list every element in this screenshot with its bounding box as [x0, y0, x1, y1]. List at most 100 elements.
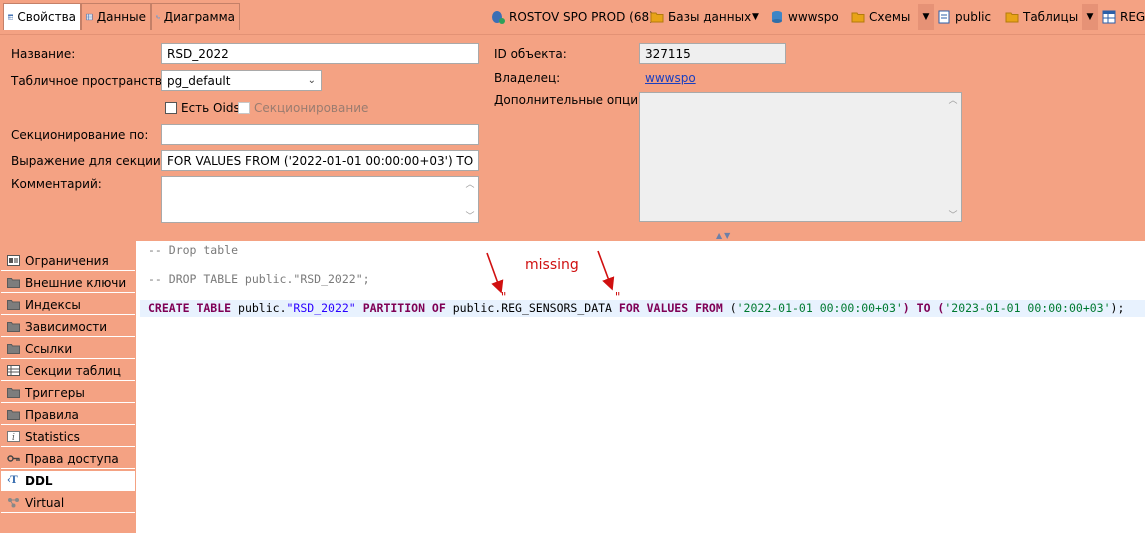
nav-item-1[interactable]: Ограничения — [1, 251, 135, 271]
nav-item-4[interactable]: Зависимости — [1, 317, 135, 337]
tablespace-label: Табличное пространство: — [11, 74, 174, 88]
ddl-from-value: '2022-01-01 00:00:00+03' — [736, 301, 903, 315]
collapse-panel-icon[interactable]: ▲▼ — [716, 231, 732, 240]
folder-icon — [7, 409, 20, 420]
tables-dropdown-icon[interactable]: ▼ — [1082, 4, 1098, 30]
nav-item-label: Statistics — [25, 429, 80, 444]
ddl-comment-line: -- DROP TABLE public."RSD_2022"; — [148, 272, 370, 286]
tab-label: Свойства — [17, 10, 76, 24]
ddl-keyword: CREATE TABLE — [148, 301, 232, 315]
table-label: REG_ — [1120, 10, 1145, 24]
tab-properties[interactable]: Свойства — [3, 3, 81, 30]
scroll-down-icon[interactable]: ﹀ — [465, 209, 474, 222]
tables-selector[interactable]: Таблицы — [1005, 8, 1078, 26]
editor-toolbar: Свойства Данные Диаграмма ROSTOV SPO PRO… — [0, 0, 1145, 35]
nav-item-label: Индексы — [25, 297, 81, 312]
tab-diagram[interactable]: Диаграмма — [151, 3, 240, 30]
tablespace-select[interactable]: pg_default ⌄ — [161, 70, 322, 91]
nav-item-12[interactable]: Virtual — [1, 493, 135, 513]
tablespace-value: pg_default — [167, 74, 231, 88]
arrow-left — [486, 252, 504, 294]
nav-item-7[interactable]: Триггеры — [1, 383, 135, 403]
schemas-dropdown-icon[interactable]: ▼ — [918, 4, 934, 30]
ddl-keyword: ) TO ( — [902, 301, 945, 315]
comment-scrollbar[interactable]: ︿ ﹀ — [462, 177, 478, 222]
info-icon: i — [7, 431, 20, 442]
partition-expression-label: Выражение для секции: — [11, 154, 165, 168]
nav-item-label: Триггеры — [25, 385, 85, 400]
tab-data[interactable]: Данные — [81, 3, 151, 30]
virtual-icon — [7, 497, 20, 508]
owner-link[interactable]: wwwspo — [645, 71, 696, 85]
ddl-schema: public. — [238, 301, 287, 315]
nav-item-2[interactable]: Внешние ключи — [1, 273, 135, 293]
name-label: Название: — [11, 47, 76, 61]
constraint-icon — [7, 255, 20, 266]
schema-selector[interactable]: public — [937, 8, 991, 26]
schemas-selector[interactable]: Схемы — [851, 8, 910, 26]
table-icon — [1102, 10, 1116, 24]
extra-options-label: Дополнительные опции: — [494, 93, 650, 107]
folder-icon — [7, 277, 20, 288]
nav-item-label: Правила — [25, 407, 79, 422]
table-selector[interactable]: REG_ — [1102, 8, 1145, 26]
object-sections-nav: Ограничения Внешние ключи Индексы Зависимос… — [0, 241, 136, 533]
tab-label: Данные — [96, 10, 146, 24]
arrow-right — [597, 250, 615, 291]
schema-icon — [938, 10, 950, 24]
postgres-connection-icon — [492, 11, 505, 24]
ddl-create-statement: CREATE TABLE public."RSD_2022" PARTITION… — [140, 300, 1145, 317]
comment-textarea[interactable]: ︿ ﹀ — [161, 176, 479, 223]
extra-options-scrollbar[interactable]: ︿ ﹀ — [945, 93, 961, 221]
partition-by-input[interactable] — [161, 124, 479, 145]
name-input[interactable]: RSD_2022 — [161, 43, 479, 64]
ddl-editor[interactable]: -- Drop table -- DROP TABLE public."RSD_… — [140, 241, 1145, 533]
connection-label: ROSTOV SPO PROD (68) — [509, 10, 654, 24]
databases-dropdown-icon[interactable]: ▼ — [752, 8, 759, 26]
schemas-label: Схемы — [869, 10, 911, 24]
folder-icon — [7, 299, 20, 310]
schemas-folder-icon — [851, 12, 865, 23]
folder-icon — [7, 343, 20, 354]
missing-quote-mark: " — [500, 290, 508, 304]
databases-folder-icon — [650, 12, 664, 23]
folder-icon — [7, 387, 20, 398]
schema-label: public — [955, 10, 992, 24]
data-grid-icon — [86, 13, 93, 21]
object-id-field: 327115 — [639, 43, 786, 64]
connection-selector[interactable]: ROSTOV SPO PROD (68) — [491, 8, 654, 26]
nav-item-10[interactable]: Права доступа — [1, 449, 135, 469]
databases-selector[interactable]: Базы данных — [650, 8, 751, 26]
nav-item-label: Ссылки — [25, 341, 73, 356]
partition-expression-input[interactable]: FOR VALUES FROM ('2022-01-01 00:00:00+03… — [161, 150, 479, 171]
databases-label: Базы данных — [668, 10, 752, 24]
nav-item-3[interactable]: Индексы — [1, 295, 135, 315]
nav-item-9[interactable]: i Statistics — [1, 427, 135, 447]
chevron-down-icon: ⌄ — [307, 75, 316, 86]
ddl-table-name: "RSD_2022" — [286, 301, 356, 315]
nav-item-11[interactable]: ‹T DDL — [1, 471, 135, 491]
comment-label: Комментарий: — [11, 177, 102, 191]
nav-item-6[interactable]: Секции таблиц — [1, 361, 135, 381]
has-oids-checkbox[interactable] — [165, 102, 177, 114]
extra-options-textarea[interactable]: ︿ ﹀ — [639, 92, 962, 222]
nav-item-8[interactable]: Правила — [1, 405, 135, 425]
database-selector[interactable]: wwwspo — [770, 8, 839, 26]
partitioning-checkbox[interactable] — [238, 102, 250, 114]
nav-item-label: Внешние ключи — [25, 275, 127, 290]
scroll-down-icon[interactable]: ﹀ — [948, 208, 957, 221]
properties-icon — [8, 14, 14, 20]
tab-label: Диаграмма — [163, 10, 235, 24]
scroll-up-icon[interactable]: ︿ — [465, 177, 474, 190]
tables-folder-icon — [1005, 12, 1019, 23]
scroll-up-icon[interactable]: ︿ — [948, 93, 957, 106]
partition-by-label: Секционирование по: — [11, 128, 149, 142]
missing-quote-mark: " — [614, 290, 622, 304]
nav-item-5[interactable]: Ссылки — [1, 339, 135, 359]
nav-item-label: Права доступа — [25, 451, 119, 466]
properties-panel: Название: RSD_2022 Табличное пространств… — [0, 35, 1145, 241]
database-icon — [772, 11, 782, 23]
key-icon — [7, 453, 20, 464]
database-label: wwwspo — [788, 10, 839, 24]
tables-label: Таблицы — [1023, 10, 1079, 24]
